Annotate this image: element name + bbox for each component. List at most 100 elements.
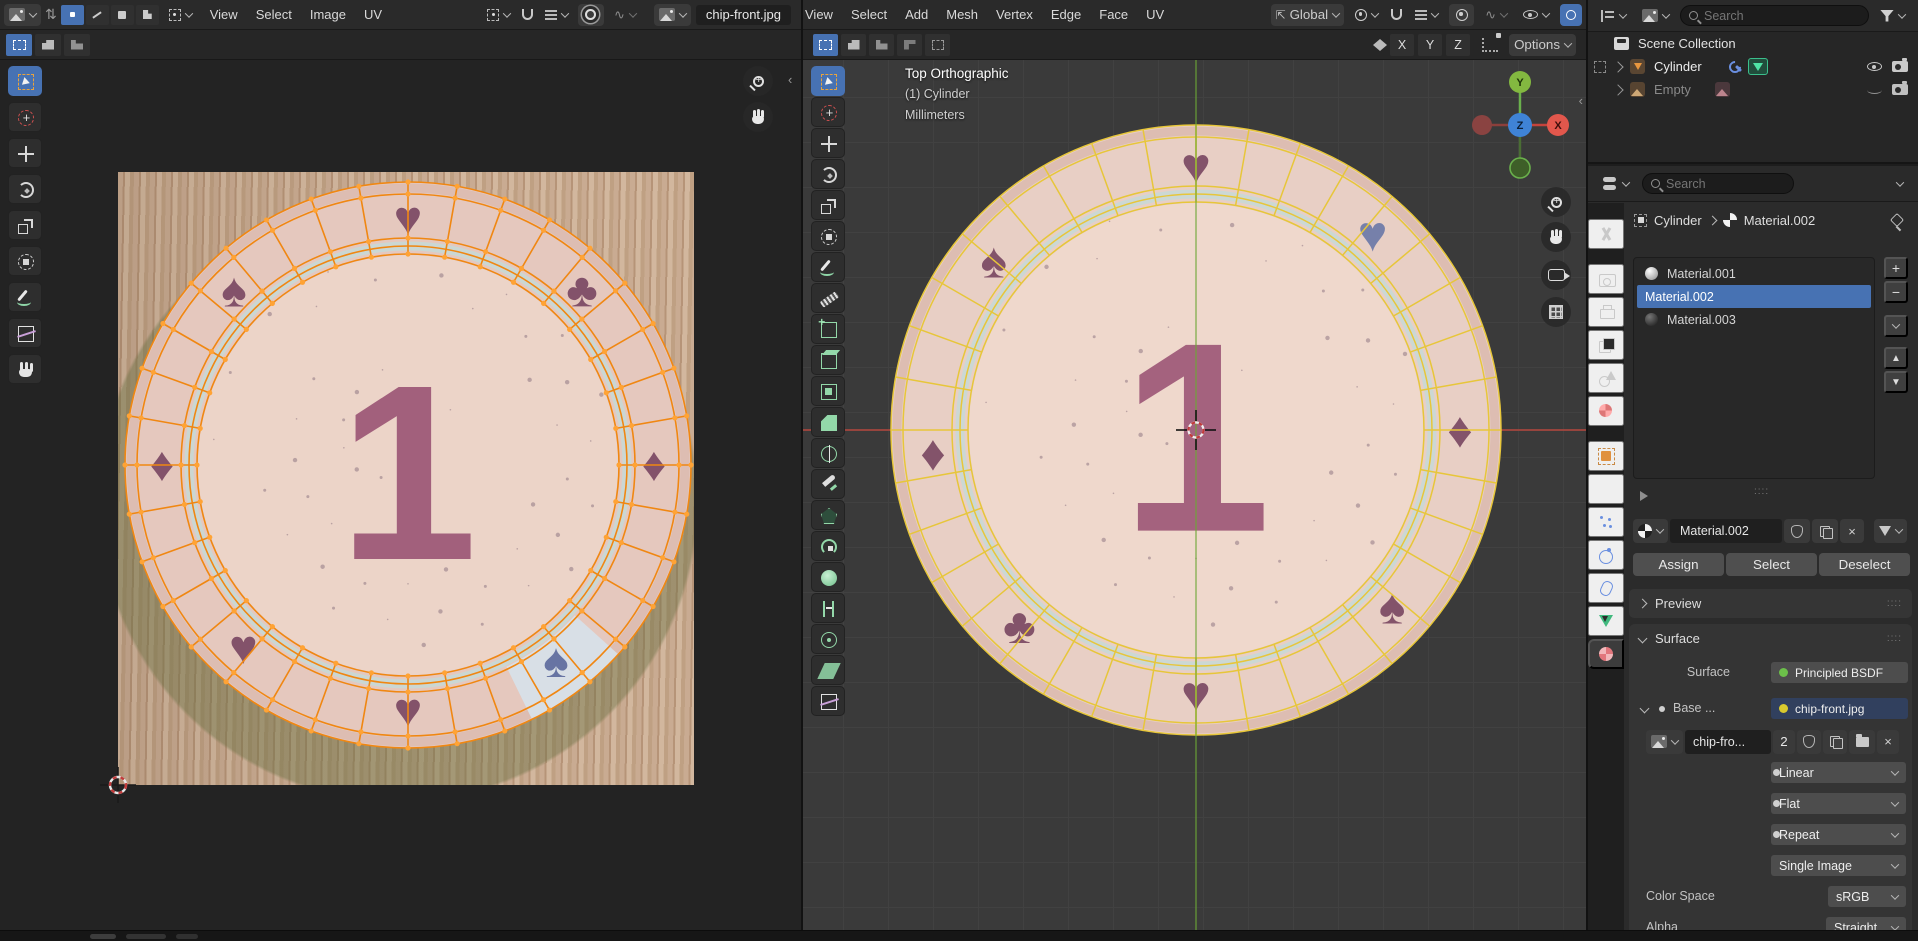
tool-rotate[interactable] (811, 159, 845, 189)
material-slot-2[interactable]: Material.002 (1637, 285, 1871, 308)
editor-divider[interactable] (1586, 0, 1588, 930)
object-name[interactable]: Empty (1654, 82, 1691, 97)
viewport-menu-item[interactable]: Edge (1042, 0, 1090, 29)
viewport-menu-item[interactable]: Select (842, 0, 896, 29)
tab-particles[interactable] (1588, 507, 1624, 537)
properties-options-chevron[interactable] (1892, 173, 1908, 195)
tool-rip-region[interactable] (8, 318, 42, 348)
tab-world[interactable] (1588, 396, 1624, 426)
tab-object[interactable] (1588, 441, 1624, 471)
tool-shear[interactable] (811, 655, 845, 685)
material-slot-1[interactable]: Material.001 (1637, 262, 1871, 285)
properties-search-input[interactable] (1666, 177, 1785, 191)
tab-modifiers[interactable] (1588, 474, 1624, 504)
viewport-menu-item[interactable]: UV (1137, 0, 1173, 29)
tool-edge-slide[interactable] (811, 593, 845, 623)
snap-path-icon[interactable] (1482, 38, 1498, 52)
mapping-dropdown[interactable]: Linear (1771, 762, 1906, 783)
viewport-menu-item[interactable]: Vertex (987, 0, 1042, 29)
outliner-filter-type-dropdown[interactable] (1637, 5, 1674, 27)
outliner-search[interactable] (1680, 5, 1869, 26)
add-material-slot-button[interactable]: + (1884, 257, 1908, 279)
move-slot-down-button[interactable]: ▼ (1884, 371, 1908, 393)
alpha-dropdown[interactable]: Straight (1826, 917, 1906, 930)
image-name-field[interactable]: chip-fro... (1685, 730, 1771, 754)
tool-transform[interactable] (811, 221, 845, 251)
tool-select-box[interactable] (8, 66, 42, 96)
copy-material-button[interactable] (1812, 519, 1838, 543)
viewport-menu-item[interactable]: Add (896, 0, 937, 29)
breadcrumb-object[interactable]: Cylinder (1654, 213, 1702, 228)
uv-marquee-new[interactable] (6, 34, 32, 56)
vp-marquee-extend[interactable] (841, 34, 866, 56)
uv-proportional-edit-toggle[interactable] (578, 4, 604, 26)
uv-image-name[interactable]: chip-front.jpg (696, 5, 791, 25)
tool-move[interactable] (8, 138, 42, 168)
outliner-filter-funnel-dropdown[interactable] (1875, 5, 1910, 27)
material-name-field[interactable]: Material.002 (1670, 519, 1782, 543)
uv-menu-item[interactable]: View (201, 0, 247, 29)
move-slot-up-button[interactable]: ▲ (1884, 347, 1908, 369)
tab-scene[interactable] (1588, 363, 1624, 393)
expand-arrow-icon[interactable] (1612, 61, 1623, 72)
tool-shrink-fatten[interactable] (811, 624, 845, 654)
snap-dropdown[interactable] (1410, 4, 1443, 26)
options-dropdown[interactable]: Options (1509, 34, 1576, 56)
tool-inset-faces[interactable] (811, 376, 845, 406)
pivot-point-dropdown[interactable] (1350, 4, 1383, 26)
image-unlink-button[interactable]: × (1877, 730, 1899, 754)
image-copy-button[interactable] (1823, 730, 1847, 754)
uv-canvas[interactable]: ♦♣♥♠♦♥♥♠1 ‹ (0, 60, 801, 930)
image-users-count[interactable]: 2 (1773, 730, 1795, 754)
uv-pivot-dropdown[interactable] (482, 4, 515, 26)
tool-bevel[interactable] (811, 407, 845, 437)
tab-render[interactable] (1588, 264, 1624, 294)
uv-image-browse-button[interactable] (654, 4, 691, 26)
mirror-z-toggle[interactable]: Z (1446, 34, 1470, 56)
tool-3d-cursor[interactable] (811, 97, 845, 127)
expand-arrow-icon[interactable] (1612, 84, 1623, 95)
tab-view-layer[interactable] (1588, 330, 1624, 360)
vp-marquee-intersect[interactable] (925, 34, 950, 56)
viewport-zoom-icon[interactable] (1541, 187, 1571, 217)
tool-2d-cursor[interactable] (8, 102, 42, 132)
deselect-button[interactable]: Deselect (1819, 553, 1910, 576)
viewport-menu-item[interactable]: Mesh (937, 0, 987, 29)
outliner-empty-row[interactable]: Empty (1588, 78, 1918, 101)
tool-rip-region[interactable] (811, 686, 845, 716)
slot-list-grip[interactable]: :::: (1754, 486, 1769, 497)
tool-poly-build[interactable] (811, 500, 845, 530)
navigation-gizmo[interactable]: Y X Z (1465, 70, 1575, 180)
render-visibility-icon[interactable] (1892, 84, 1908, 95)
viewport-pan-hand-icon[interactable] (1541, 222, 1571, 252)
preview-panel-header[interactable]: Preview :::: (1629, 589, 1912, 618)
remove-material-slot-button[interactable]: − (1884, 281, 1908, 303)
tool-annotate[interactable] (811, 252, 845, 282)
uv-menu-item[interactable]: Select (247, 0, 301, 29)
image-browse-dropdown[interactable] (1646, 730, 1683, 754)
tab-physics[interactable] (1588, 540, 1624, 570)
base-color-dot[interactable] (1659, 706, 1665, 712)
uv-snap-dropdown[interactable] (540, 4, 573, 26)
tab-material[interactable] (1588, 639, 1624, 669)
outliner-display-mode-dropdown[interactable] (1596, 5, 1631, 27)
uv-select-mode-vertex[interactable] (61, 5, 84, 25)
mapping-dropdown[interactable]: Repeat (1771, 824, 1906, 845)
material-browse-dropdown[interactable] (1633, 519, 1668, 543)
image-fake-user-shield[interactable] (1797, 730, 1821, 754)
uv-2d-cursor[interactable] (98, 765, 138, 805)
tool-move[interactable] (811, 128, 845, 158)
mirror-x-toggle[interactable]: X (1390, 34, 1414, 56)
visibility-closed-eye-icon[interactable] (1867, 86, 1882, 94)
visibility-dropdown[interactable] (1518, 4, 1554, 26)
uv-marquee-extend[interactable] (35, 34, 61, 56)
viewport-grid-toggle-icon[interactable] (1541, 297, 1571, 327)
vp-marquee-new[interactable] (813, 34, 838, 56)
base-color-texture-field[interactable]: chip-front.jpg (1771, 698, 1908, 719)
viewport-camera-icon[interactable] (1541, 260, 1571, 290)
uv-menu-item[interactable]: UV (355, 0, 391, 29)
material-slot-3[interactable]: Material.003 (1637, 308, 1871, 331)
vp-marquee-subtract[interactable] (869, 34, 894, 56)
uv-marquee-subtract[interactable] (64, 34, 90, 56)
tool-add-cube[interactable] (811, 314, 845, 344)
